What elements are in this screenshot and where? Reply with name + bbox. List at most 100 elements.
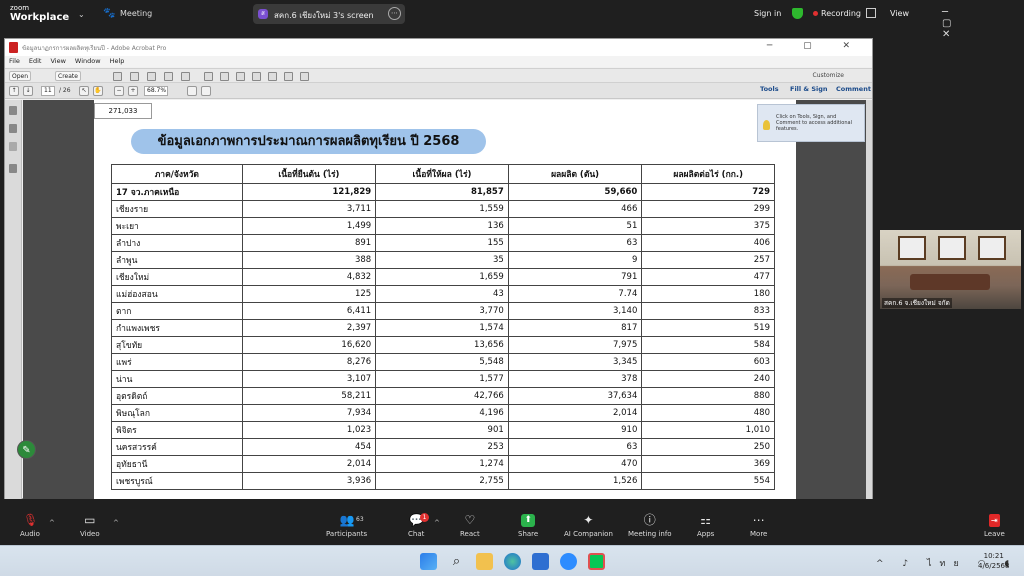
- zoom-in-icon[interactable]: +: [128, 86, 138, 96]
- more-options-icon[interactable]: ⋯: [388, 7, 401, 20]
- next-page-icon[interactable]: ↓: [23, 86, 33, 96]
- chevron-down-icon[interactable]: ⌄: [78, 10, 85, 19]
- menu-window[interactable]: Window: [75, 57, 101, 65]
- taskbar-clock[interactable]: 10:21 4/6/2568: [978, 551, 1009, 571]
- audio-button[interactable]: 🎙 Audio: [20, 513, 40, 539]
- meeting-info-button[interactable]: ⓘ Meeting info: [628, 514, 672, 539]
- window-controls[interactable]: ─ ▢ ✕: [942, 7, 1024, 40]
- table-cell: 1,274: [375, 455, 509, 473]
- acrobat-main-toolbar: Open Create Customize: [5, 68, 872, 83]
- column-header: เนื้อที่ให้ผล (ไร่): [375, 164, 509, 184]
- table-cell: 466: [507, 200, 643, 218]
- table-cell: 63: [507, 438, 643, 456]
- save-icon[interactable]: [113, 72, 122, 81]
- settings-icon[interactable]: [204, 72, 213, 81]
- table-row: พิจิตร 1,023 901 910 1,010: [111, 421, 775, 439]
- table-cell: 8,276: [241, 353, 377, 371]
- table-cell: 257: [641, 251, 775, 269]
- stamp-icon[interactable]: [252, 72, 261, 81]
- fit-page-icon[interactable]: [187, 86, 197, 96]
- zoom-level-input[interactable]: 68.7%: [144, 86, 168, 96]
- leave-button[interactable]: ⇥ Leave: [984, 514, 1005, 538]
- security-shield-icon[interactable]: [792, 8, 803, 19]
- more-button[interactable]: ⋯ More: [750, 514, 767, 539]
- fit-width-icon[interactable]: [201, 86, 211, 96]
- window-scene: [938, 236, 966, 260]
- attach-icon[interactable]: [268, 72, 277, 81]
- hand-tool-icon[interactable]: ✋: [93, 86, 103, 96]
- tab-tools[interactable]: Tools: [760, 85, 779, 93]
- table-cell: 378: [507, 370, 643, 388]
- audio-caret-icon[interactable]: ^: [49, 519, 55, 527]
- file-explorer-icon[interactable]: [476, 553, 493, 570]
- line-app-icon[interactable]: [588, 553, 605, 570]
- email-icon[interactable]: [181, 72, 190, 81]
- participants-label: Participants: [326, 530, 368, 538]
- export-icon[interactable]: [284, 72, 293, 81]
- table-cell: 35: [375, 251, 509, 269]
- tab-fill-sign[interactable]: Fill & Sign: [790, 85, 828, 93]
- table-header-row: ภาค/จังหวัด เนื้อที่ยืนต้น (ไร่) เนื้อที…: [111, 164, 775, 184]
- zoom-out-icon[interactable]: −: [114, 86, 124, 96]
- acrobat-window-controls[interactable]: ─ ▢ ✕: [767, 41, 864, 51]
- sign-in-button[interactable]: Sign in: [754, 9, 781, 18]
- prev-page-icon[interactable]: ↑: [9, 86, 19, 96]
- column-header: ผลผลิตต่อไร่ (กก.): [641, 164, 775, 184]
- table-cell: 1,559: [375, 200, 509, 218]
- table-row: เพชรบูรณ์ 3,936 2,755 1,526 554: [111, 472, 775, 490]
- store-icon[interactable]: [532, 553, 549, 570]
- react-button[interactable]: ♡ React: [460, 514, 480, 539]
- meeting-label[interactable]: Meeting: [120, 9, 152, 18]
- ai-companion-button[interactable]: ✦ AI Companion: [564, 514, 613, 539]
- print-icon[interactable]: [147, 72, 156, 81]
- video-caret-icon[interactable]: ^: [113, 519, 119, 527]
- view-button[interactable]: View: [890, 9, 909, 18]
- screen-share-pill[interactable]: ส สคก.6 เชียงใหม่ 3's screen ⋯: [253, 4, 405, 24]
- leave-label: Leave: [984, 530, 1005, 538]
- menu-help[interactable]: Help: [110, 57, 125, 65]
- search-icon[interactable]: ⌕: [448, 553, 465, 570]
- comment-icon[interactable]: [220, 72, 229, 81]
- table-cell: 16,620: [241, 336, 377, 354]
- table-cell: 59,660: [507, 183, 643, 201]
- customize-menu[interactable]: Customize: [813, 72, 845, 79]
- vertical-scrollbar[interactable]: [866, 100, 872, 499]
- create-button[interactable]: Create: [55, 71, 81, 81]
- recording-status[interactable]: Recording: [821, 9, 861, 18]
- attachments-icon[interactable]: [9, 164, 17, 173]
- video-button[interactable]: ▭ Video: [80, 514, 100, 539]
- document-canvas[interactable]: 271,033 ข้อมูลเอกภาพการประมาณการผลผลิตทุ…: [23, 100, 872, 499]
- select-tool-icon[interactable]: ↖: [79, 86, 89, 96]
- table-cell: 406: [641, 234, 775, 252]
- table-row: พะเยา 1,499 136 51 375: [111, 217, 775, 235]
- table-cell: 880: [641, 387, 775, 405]
- share-label: Share: [518, 530, 539, 538]
- page-number-input[interactable]: 11: [41, 86, 55, 96]
- edit-icon[interactable]: [164, 72, 173, 81]
- apps-button[interactable]: ⚏ Apps: [697, 514, 714, 539]
- menu-view[interactable]: View: [50, 57, 65, 65]
- annotate-pen-icon[interactable]: ✎: [17, 440, 36, 459]
- record-dot-icon: [813, 11, 818, 16]
- bookmarks-icon[interactable]: [9, 124, 17, 133]
- signatures-icon[interactable]: [9, 142, 17, 151]
- table-row: อุทัยธานี 2,014 1,274 470 369: [111, 455, 775, 473]
- column-header: เนื้อที่ยืนต้น (ไร่): [241, 164, 377, 184]
- chat-caret-icon[interactable]: ^: [434, 519, 440, 527]
- open-button[interactable]: Open: [9, 71, 32, 81]
- table-cell: 1,659: [375, 268, 509, 286]
- tab-comment[interactable]: Comment: [836, 85, 871, 93]
- participant-video[interactable]: สคก.6 จ.เชียงใหม่ จกัด: [880, 230, 1021, 309]
- grid-view-icon[interactable]: [866, 8, 876, 18]
- cloud-icon[interactable]: [130, 72, 139, 81]
- zoom-app-icon[interactable]: [560, 553, 577, 570]
- windows-start-icon[interactable]: [420, 553, 437, 570]
- menu-file[interactable]: File: [9, 57, 20, 65]
- edge-browser-icon[interactable]: [504, 553, 521, 570]
- page-thumbnails-icon[interactable]: [9, 106, 17, 115]
- highlight-icon[interactable]: [236, 72, 245, 81]
- muted-mic-icon: 🎙: [22, 513, 39, 527]
- share-doc-icon[interactable]: [300, 72, 309, 81]
- menu-edit[interactable]: Edit: [29, 57, 42, 65]
- share-button[interactable]: ⬆ Share: [518, 514, 538, 538]
